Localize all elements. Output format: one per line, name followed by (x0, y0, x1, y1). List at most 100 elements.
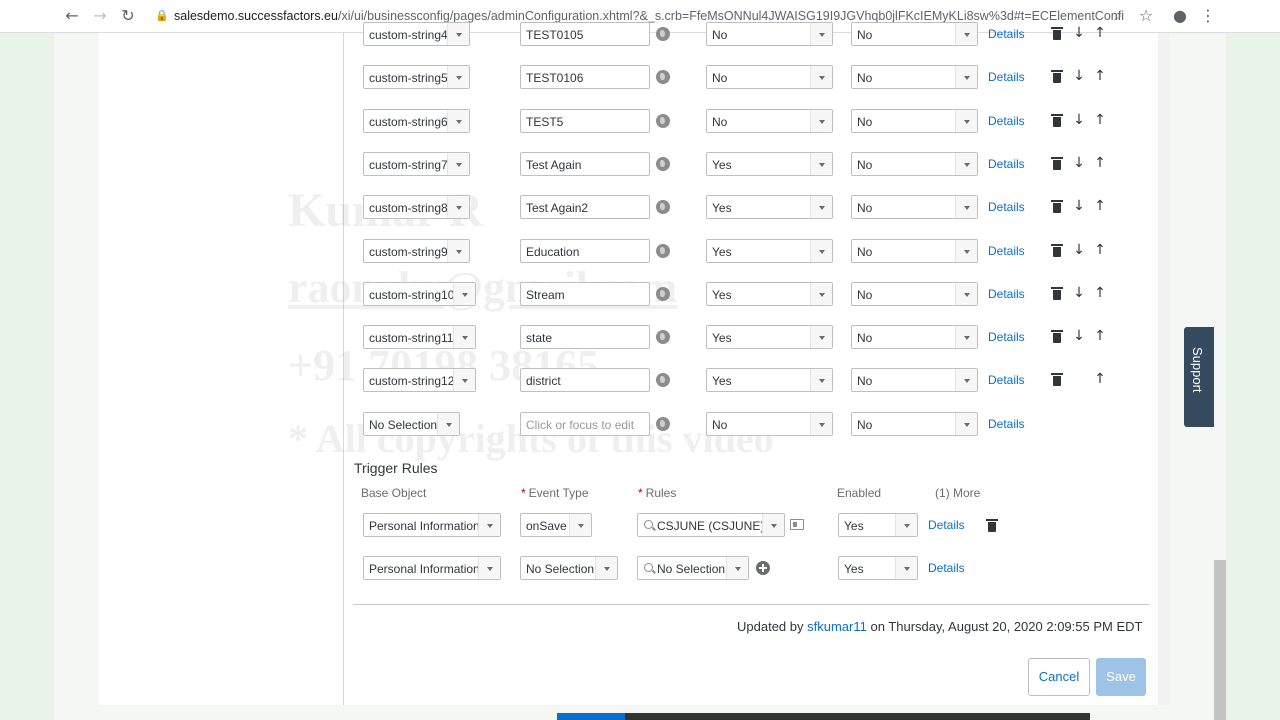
details-link[interactable]: Details (988, 417, 1025, 431)
field-label-input[interactable]: Test Again (520, 152, 650, 176)
required-select[interactable]: No (851, 325, 978, 349)
field-name-select[interactable]: custom-string9 (363, 239, 470, 263)
field-label-input[interactable]: TEST0106 (520, 65, 650, 89)
details-link[interactable]: Details (988, 287, 1025, 301)
move-down-icon[interactable]: ↓ (1071, 68, 1087, 84)
visibility-select[interactable]: No (706, 22, 833, 46)
field-name-select[interactable]: custom-string12 (363, 368, 476, 392)
required-select[interactable]: No (851, 282, 978, 306)
visibility-select[interactable]: Yes (706, 368, 833, 392)
field-name-select[interactable]: custom-string11 (363, 325, 476, 349)
required-select[interactable]: No (851, 239, 978, 263)
required-select[interactable]: No (851, 368, 978, 392)
details-link[interactable]: Details (988, 200, 1025, 214)
save-button[interactable]: Save (1096, 658, 1146, 696)
move-down-icon[interactable]: ↓ (1071, 112, 1087, 128)
field-label-input[interactable]: Stream (520, 282, 650, 306)
trash-icon[interactable] (1051, 113, 1063, 127)
trigger-details-link[interactable]: Details (928, 561, 965, 575)
visibility-select[interactable]: No (706, 109, 833, 133)
visibility-select[interactable]: No (706, 65, 833, 89)
trash-icon[interactable] (1051, 243, 1063, 257)
rules-lookup[interactable]: CSJUNE (CSJUNE) (637, 513, 785, 537)
trash-icon[interactable] (986, 518, 998, 532)
trigger-details-link[interactable]: Details (928, 518, 965, 532)
rules-lookup[interactable]: No Selection (637, 556, 749, 580)
field-name-select[interactable]: custom-string5 (363, 65, 470, 89)
bookmark-star-icon[interactable]: ☆ (1136, 6, 1156, 26)
trash-icon[interactable] (1051, 156, 1063, 170)
globe-icon[interactable] (656, 287, 670, 301)
details-link[interactable]: Details (988, 373, 1025, 387)
support-tab[interactable]: Support (1184, 327, 1214, 427)
move-up-icon[interactable]: ↑ (1092, 198, 1108, 214)
field-label-input[interactable]: Click or focus to edit (520, 412, 650, 436)
field-name-select[interactable]: custom-string7 (363, 152, 470, 176)
enabled-select[interactable]: Yes (838, 513, 918, 537)
details-link[interactable]: Details (988, 114, 1025, 128)
details-link[interactable]: Details (988, 70, 1025, 84)
trash-icon[interactable] (1051, 286, 1063, 300)
trash-icon[interactable] (1051, 199, 1063, 213)
move-down-icon[interactable]: ↓ (1071, 198, 1087, 214)
required-select[interactable]: No (851, 152, 978, 176)
required-select[interactable]: No (851, 412, 978, 436)
move-up-icon[interactable]: ↑ (1092, 112, 1108, 128)
visibility-select[interactable]: No (706, 412, 833, 436)
details-link[interactable]: Details (988, 157, 1025, 171)
move-down-icon[interactable]: ↓ (1071, 25, 1087, 41)
visibility-select[interactable]: Yes (706, 325, 833, 349)
details-link[interactable]: Details (988, 330, 1025, 344)
field-label-input[interactable]: district (520, 368, 650, 392)
move-up-icon[interactable]: ↑ (1092, 328, 1108, 344)
address-bar[interactable]: 🔒 salesdemo.successfactors.eu/xi/ui/busi… (148, 5, 1160, 28)
move-up-icon[interactable]: ↑ (1092, 155, 1108, 171)
field-label-input[interactable]: TEST0105 (520, 22, 650, 46)
globe-icon[interactable] (656, 200, 670, 214)
globe-icon[interactable] (656, 417, 670, 431)
field-name-select[interactable]: custom-string6 (363, 109, 470, 133)
details-link[interactable]: Details (988, 27, 1025, 41)
field-label-input[interactable]: Test Again2 (520, 195, 650, 219)
globe-icon[interactable] (656, 27, 670, 41)
profile-icon[interactable]: ● (1170, 6, 1190, 26)
field-name-select[interactable]: custom-string8 (363, 195, 470, 219)
move-up-icon[interactable]: ↑ (1092, 25, 1108, 41)
field-label-input[interactable]: state (520, 325, 650, 349)
move-down-icon[interactable]: ↓ (1071, 285, 1087, 301)
required-select[interactable]: No (851, 22, 978, 46)
required-select[interactable]: No (851, 65, 978, 89)
globe-icon[interactable] (656, 157, 670, 171)
visibility-select[interactable]: Yes (706, 195, 833, 219)
event-type-select[interactable]: onSave (520, 513, 592, 537)
globe-icon[interactable] (656, 330, 670, 344)
visibility-select[interactable]: Yes (706, 152, 833, 176)
trash-icon[interactable] (1051, 372, 1063, 386)
base-object-select[interactable]: Personal Information (363, 556, 501, 580)
forward-icon[interactable]: → (90, 6, 110, 26)
page-scrollbar[interactable] (1214, 560, 1226, 720)
menu-kebab-icon[interactable]: ⋮ (1198, 6, 1218, 26)
trash-icon[interactable] (1051, 329, 1063, 343)
move-down-icon[interactable]: ↓ (1071, 328, 1087, 344)
field-label-input[interactable]: TEST5 (520, 109, 650, 133)
add-rule-icon[interactable] (756, 561, 770, 575)
enabled-select[interactable]: Yes (838, 556, 918, 580)
field-name-select[interactable]: custom-string10 (363, 282, 476, 306)
globe-icon[interactable] (656, 244, 670, 258)
move-down-icon[interactable]: ↓ (1071, 242, 1087, 258)
field-name-select[interactable]: No Selection (363, 412, 460, 436)
trash-icon[interactable] (1051, 26, 1063, 40)
field-name-select[interactable]: custom-string4 (363, 22, 470, 46)
required-select[interactable]: No (851, 195, 978, 219)
move-up-icon[interactable]: ↑ (1092, 285, 1108, 301)
move-up-icon[interactable]: ↑ (1092, 68, 1108, 84)
globe-icon[interactable] (656, 114, 670, 128)
back-icon[interactable]: ← (62, 6, 82, 26)
globe-icon[interactable] (656, 70, 670, 84)
updated-by-link[interactable]: sfkumar11 (807, 619, 867, 634)
trash-icon[interactable] (1051, 69, 1063, 83)
header-more[interactable]: (1) More (935, 486, 980, 500)
field-label-input[interactable]: Education (520, 239, 650, 263)
details-link[interactable]: Details (988, 244, 1025, 258)
